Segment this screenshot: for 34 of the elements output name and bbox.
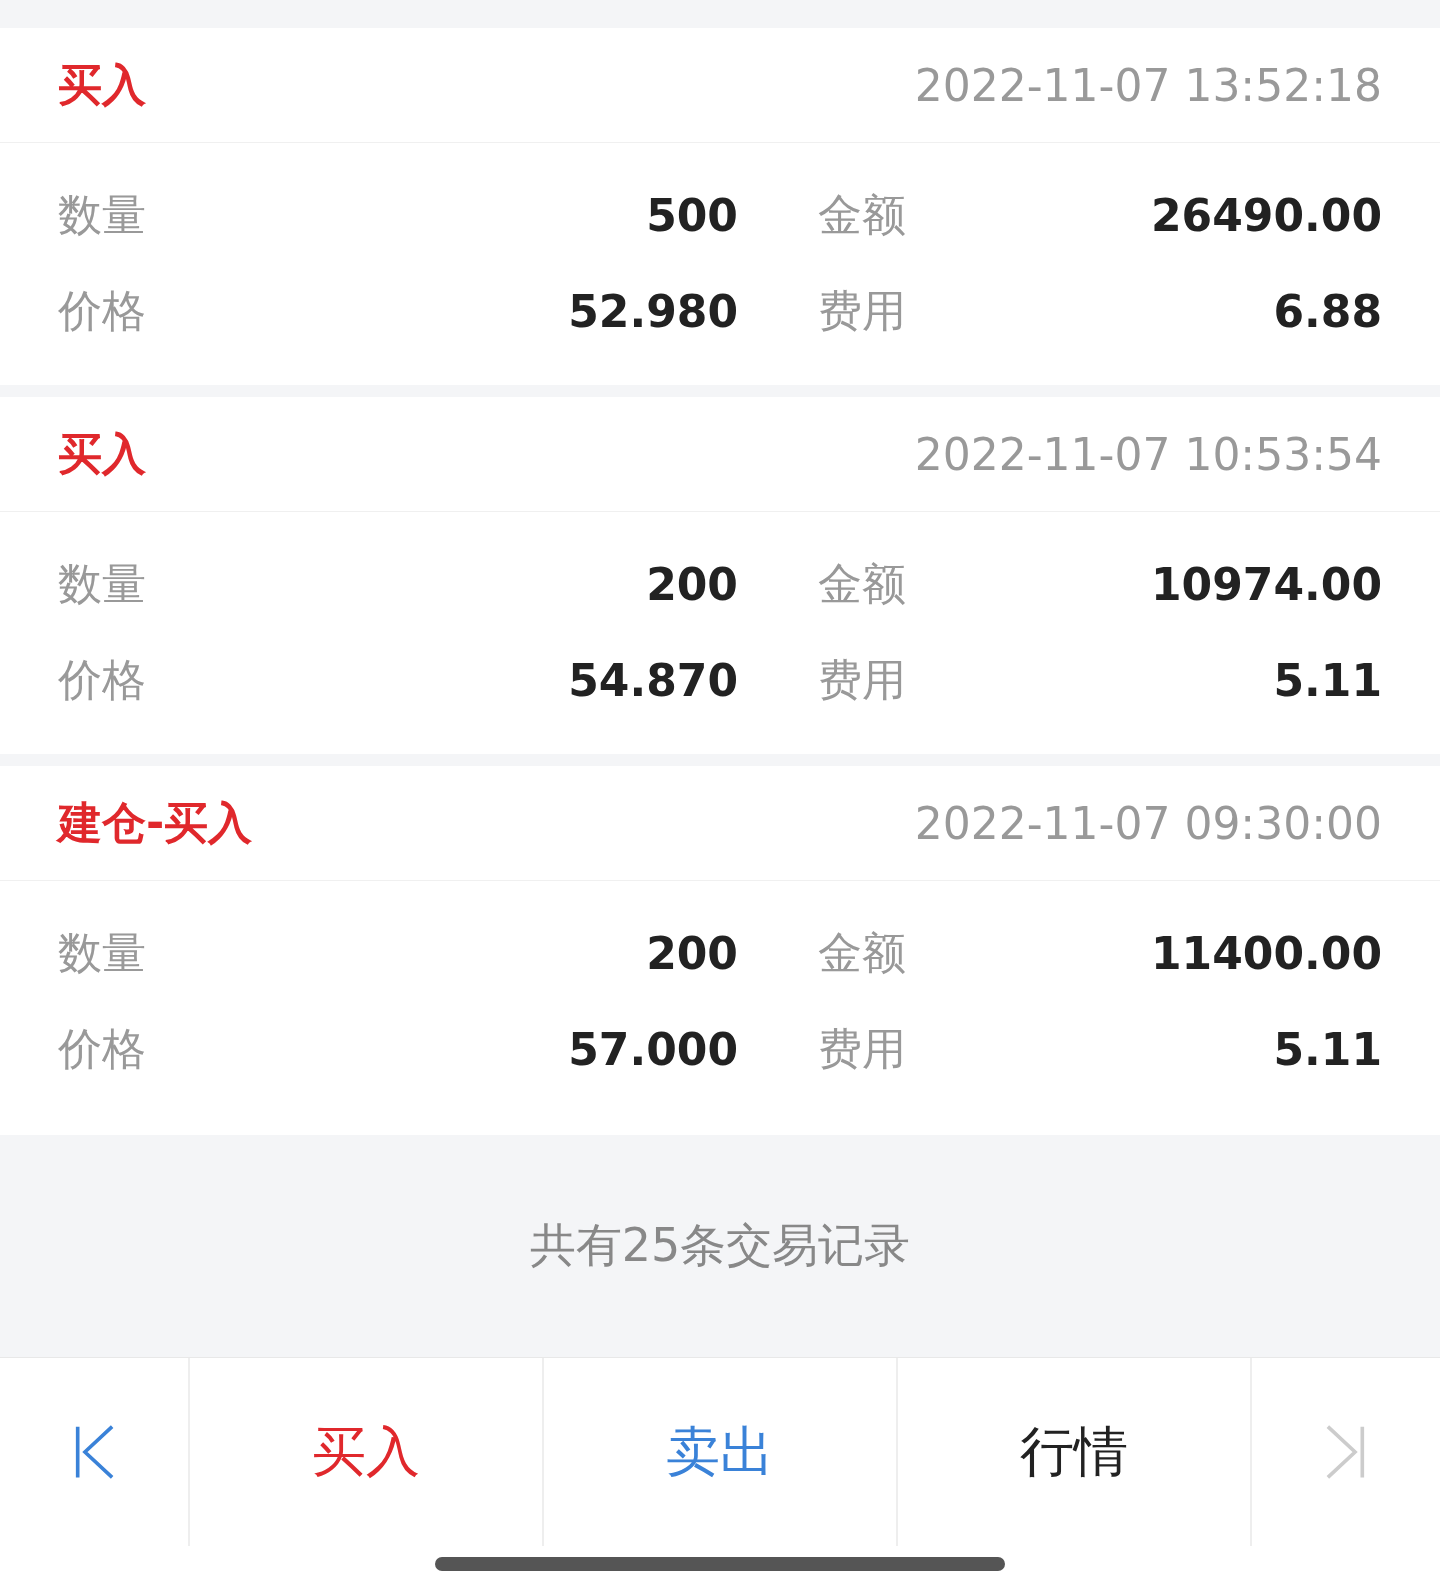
nav-button[interactable]: 行情 bbox=[1012, 1411, 1136, 1493]
field-label: 金额 bbox=[817, 187, 907, 242]
trade-type: 建仓-买入 bbox=[58, 795, 253, 850]
field-label: 数量 bbox=[58, 925, 147, 980]
field-value: 6.88 bbox=[1272, 285, 1382, 337]
nav-button[interactable]: 买入 bbox=[304, 1411, 428, 1493]
field-label: 数量 bbox=[58, 187, 147, 242]
field-value: 200 bbox=[645, 558, 738, 610]
field-value: 500 bbox=[645, 189, 738, 241]
field-value: 11400.00 bbox=[1149, 927, 1382, 979]
record-count: 共有25条交易记录 bbox=[529, 1217, 911, 1274]
field-label: 金额 bbox=[817, 925, 907, 980]
trade-time: 2022-11-07 13:52:18 bbox=[914, 59, 1382, 111]
field-label: 价格 bbox=[58, 283, 147, 338]
field-label: 价格 bbox=[58, 1021, 147, 1076]
nav-button[interactable]: 卖出 bbox=[658, 1411, 782, 1493]
field-label: 数量 bbox=[58, 556, 147, 611]
field-value: 5.11 bbox=[1272, 1023, 1382, 1075]
field-value: 5.11 bbox=[1272, 654, 1382, 706]
field-value: 52.980 bbox=[567, 285, 738, 337]
field-label: 费用 bbox=[817, 1021, 907, 1076]
trade-time: 2022-11-07 10:53:54 bbox=[914, 428, 1382, 480]
field-value: 54.870 bbox=[567, 654, 738, 706]
trade-type: 买入 bbox=[58, 57, 146, 112]
field-label: 费用 bbox=[817, 652, 907, 707]
field-value: 200 bbox=[645, 927, 738, 979]
field-value: 57.000 bbox=[567, 1023, 738, 1075]
trade-type: 买入 bbox=[58, 426, 146, 481]
field-label: 价格 bbox=[58, 652, 147, 707]
field-value: 10974.00 bbox=[1149, 558, 1382, 610]
field-label: 金额 bbox=[817, 556, 907, 611]
field-value: 26490.00 bbox=[1149, 189, 1382, 241]
field-label: 费用 bbox=[817, 283, 907, 338]
trade-time: 2022-11-07 09:30:00 bbox=[914, 797, 1382, 849]
